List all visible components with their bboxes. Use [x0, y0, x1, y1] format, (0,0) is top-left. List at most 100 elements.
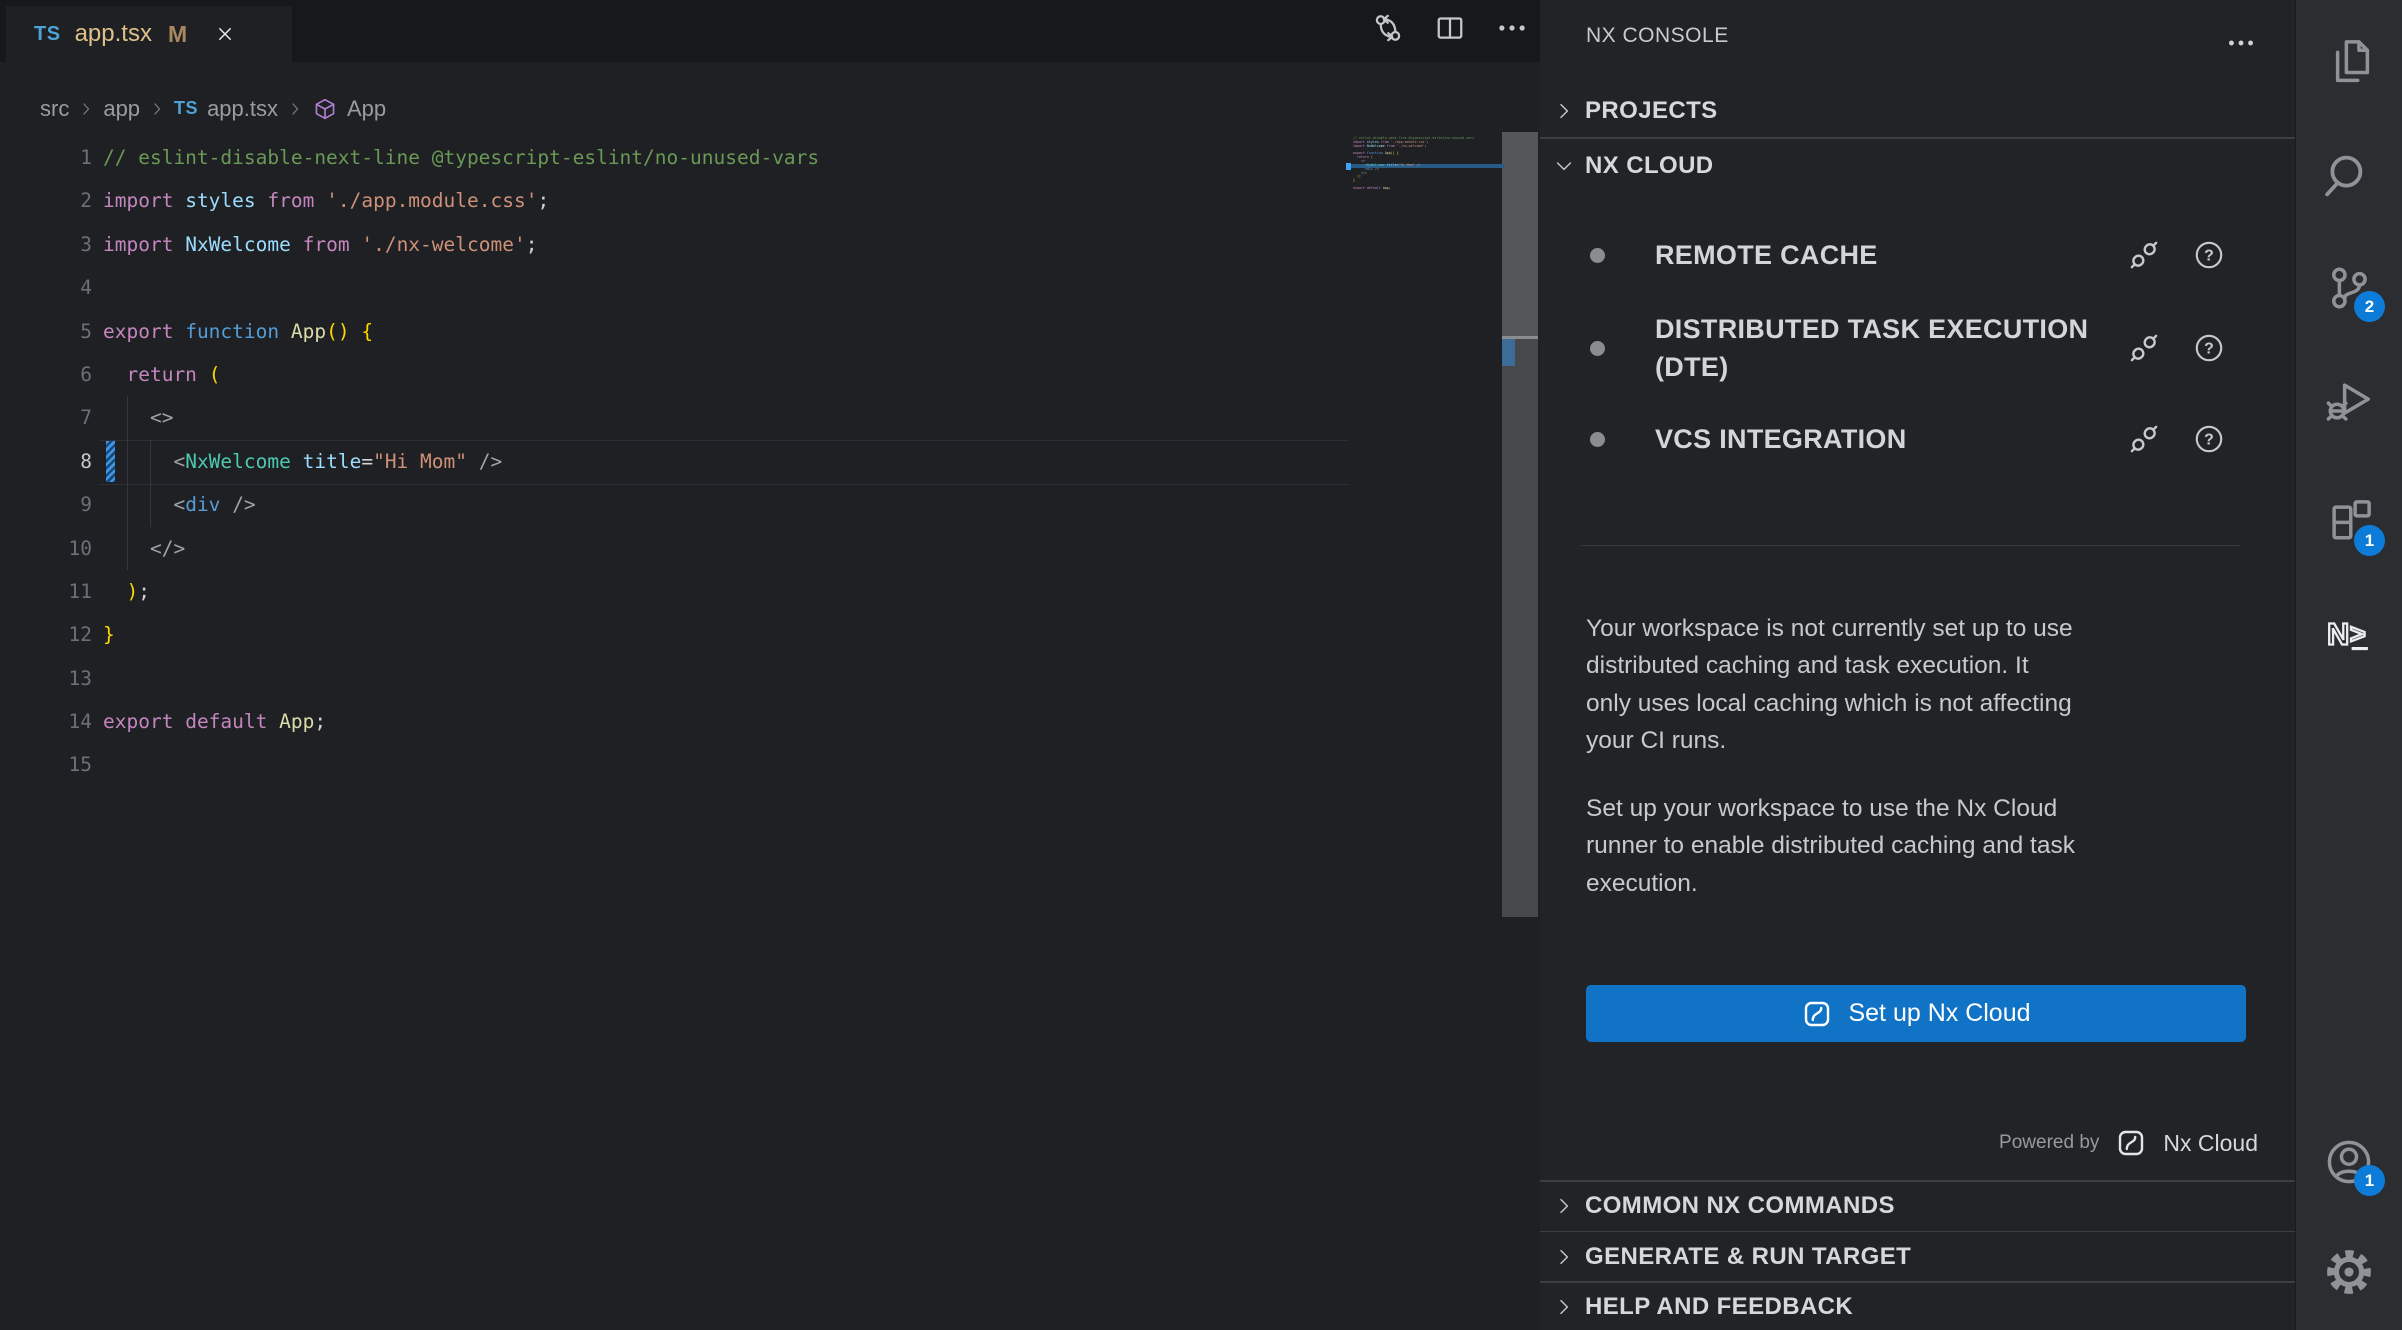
line-number: 1 — [0, 136, 92, 179]
feature-label: DISTRIBUTED TASK EXECUTION (DTE) — [1655, 310, 2095, 386]
code-line-5[interactable]: 5export function App() { — [0, 310, 1350, 353]
breadcrumb: srcappTSapp.tsxApp — [0, 82, 386, 135]
badge: 1 — [2354, 1165, 2385, 1196]
bottom-sections: COMMON NX COMMANDS GENERATE & RUN TARGET H… — [1540, 1180, 2295, 1330]
scrollbar-slider[interactable] — [1502, 132, 1538, 336]
breadcrumb-sep-icon — [149, 101, 165, 117]
feature-row-distributed-task-execution-dte-: DISTRIBUTED TASK EXECUTION (DTE)? — [1540, 310, 2295, 386]
help-icon[interactable]: ? — [2192, 238, 2226, 272]
line-number: 9 — [0, 483, 92, 526]
activity-bar-item-source-control[interactable]: 2 — [2321, 260, 2377, 316]
editor-toolbar — [1330, 10, 1530, 46]
activity-bar-item-explorer[interactable] — [2321, 34, 2377, 90]
line-number: 7 — [0, 396, 92, 439]
panel-header: NX CONSOLE — [1540, 0, 2295, 72]
tab-app-tsx[interactable]: TS app.tsx M — [6, 6, 292, 62]
typescript-file-icon: TS — [34, 23, 61, 46]
nx-cloud-logo-icon — [1801, 998, 1833, 1030]
section-help-and-feedback[interactable]: HELP AND FEEDBACK — [1540, 1283, 2295, 1330]
chevron-right-icon — [1552, 99, 1576, 123]
minimap[interactable]: // eslint-disable-next-line @typescript-… — [1353, 137, 1502, 207]
run-and-debug-icon — [2321, 372, 2377, 428]
code-editor[interactable]: 1// eslint-disable-next-line @typescript… — [0, 136, 1350, 787]
code-line-4[interactable]: 4 — [0, 266, 1350, 309]
breadcrumb-item-src[interactable]: src — [40, 96, 69, 122]
plug-icon[interactable] — [2125, 236, 2163, 274]
close-icon[interactable] — [213, 22, 237, 46]
code-line-13[interactable]: 13 — [0, 657, 1350, 700]
activity-bar-item-run-and-debug[interactable] — [2321, 372, 2377, 428]
line-number: 8 — [0, 440, 92, 483]
editor-scrollbar[interactable] — [1502, 132, 1538, 917]
plug-icon[interactable] — [2125, 420, 2163, 458]
activity-bar-item-search[interactable] — [2321, 148, 2377, 204]
section-label: HELP AND FEEDBACK — [1585, 1293, 1853, 1321]
line-number: 11 — [0, 570, 92, 613]
breadcrumb-item-app[interactable]: App — [347, 96, 386, 122]
chevron-down-icon — [1552, 154, 1576, 178]
section-generate-run-target[interactable]: GENERATE & RUN TARGET — [1540, 1232, 2295, 1281]
code-line-8[interactable]: 8 <NxWelcome title="Hi Mom" /> — [0, 440, 1350, 483]
line-number: 4 — [0, 266, 92, 309]
nx-console-icon: N> — [2321, 606, 2377, 662]
svg-text:?: ? — [2204, 340, 2214, 357]
nx-cloud-description-2: Set up your workspace to use the Nx Clou… — [1586, 790, 2276, 902]
cube-icon — [312, 96, 338, 122]
tab-filename: app.tsx — [75, 20, 152, 48]
setup-nx-cloud-button[interactable]: Set up Nx Cloud — [1586, 985, 2246, 1042]
plug-icon[interactable] — [2125, 329, 2163, 367]
code-line-1[interactable]: 1// eslint-disable-next-line @typescript… — [0, 136, 1350, 179]
code-line-2[interactable]: 2import styles from './app.module.css'; — [0, 179, 1350, 222]
section-nx-cloud[interactable]: NX CLOUD — [1540, 138, 2307, 193]
breadcrumb-item-app-tsx[interactable]: app.tsx — [207, 96, 278, 122]
code-line-9[interactable]: 9 <div /> — [0, 483, 1350, 526]
line-number: 15 — [0, 743, 92, 786]
activity-bar-item-settings[interactable] — [2321, 1244, 2377, 1300]
more-actions-icon[interactable] — [1494, 10, 1530, 46]
section-label: GENERATE & RUN TARGET — [1585, 1243, 1911, 1271]
badge: 1 — [2354, 525, 2385, 556]
powered-by: Powered by Nx Cloud — [1999, 1118, 2258, 1168]
line-number: 6 — [0, 353, 92, 396]
svg-text:?: ? — [2204, 247, 2214, 264]
activity-bar-item-nx-console[interactable]: N> — [2321, 606, 2377, 662]
code-line-15[interactable]: 15 — [0, 743, 1350, 786]
breadcrumb-item-app[interactable]: app — [103, 96, 140, 122]
more-actions-icon[interactable] — [2224, 26, 2258, 60]
setup-button-label: Set up Nx Cloud — [1848, 999, 2030, 1028]
powered-by-label: Powered by — [1999, 1132, 2099, 1154]
split-editor-icon[interactable] — [1432, 10, 1468, 46]
minimap-line — [1353, 191, 1502, 195]
help-icon[interactable]: ? — [2192, 422, 2226, 456]
nx-cloud-logo-icon — [2115, 1127, 2147, 1159]
vscode-window: TS app.tsx M srcappTSapp.tsxApp 1// esli… — [0, 0, 2402, 1330]
svg-text:N: N — [2327, 618, 2349, 652]
code-line-3[interactable]: 3import NxWelcome from './nx-welcome'; — [0, 223, 1350, 266]
code-line-11[interactable]: 11 ); — [0, 570, 1350, 613]
feature-row-remote-cache: REMOTE CACHE? — [1540, 230, 2295, 280]
section-projects[interactable]: PROJECTS — [1540, 84, 2307, 137]
svg-text:>: > — [2350, 618, 2366, 649]
line-number: 12 — [0, 613, 92, 656]
code-line-14[interactable]: 14export default App; — [0, 700, 1350, 743]
activity-bar-item-accounts[interactable]: 1 — [2321, 1134, 2377, 1190]
section-common-nx-commands[interactable]: COMMON NX COMMANDS — [1540, 1182, 2295, 1231]
help-icon[interactable]: ? — [2192, 331, 2226, 365]
chevron-right-icon — [1552, 1245, 1576, 1269]
code-line-7[interactable]: 7 <> — [0, 396, 1350, 439]
settings-icon — [2321, 1244, 2377, 1300]
search-icon — [2321, 148, 2377, 204]
overview-ruler-modified-marker — [1502, 339, 1515, 366]
breadcrumb-sep-icon — [287, 101, 303, 117]
code-line-10[interactable]: 10 </> — [0, 527, 1350, 570]
section-label: COMMON NX COMMANDS — [1585, 1192, 1895, 1220]
code-line-6[interactable]: 6 return ( — [0, 353, 1350, 396]
nx-console-panel: NX CONSOLE PROJECTS NX CLOUD REMOTE CACH… — [1540, 0, 2295, 1330]
nx-cloud-feature-list: REMOTE CACHE? DISTRIBUTED TASK EXECUTION … — [1540, 205, 2295, 464]
open-changes-icon[interactable] — [1370, 10, 1406, 46]
line-number: 14 — [0, 700, 92, 743]
code-line-12[interactable]: 12} — [0, 613, 1350, 656]
powered-by-brand[interactable]: Nx Cloud — [2163, 1130, 2258, 1157]
editor-area: TS app.tsx M srcappTSapp.tsxApp 1// esli… — [0, 0, 1540, 1330]
activity-bar-item-extensions[interactable]: 1 — [2321, 494, 2377, 550]
